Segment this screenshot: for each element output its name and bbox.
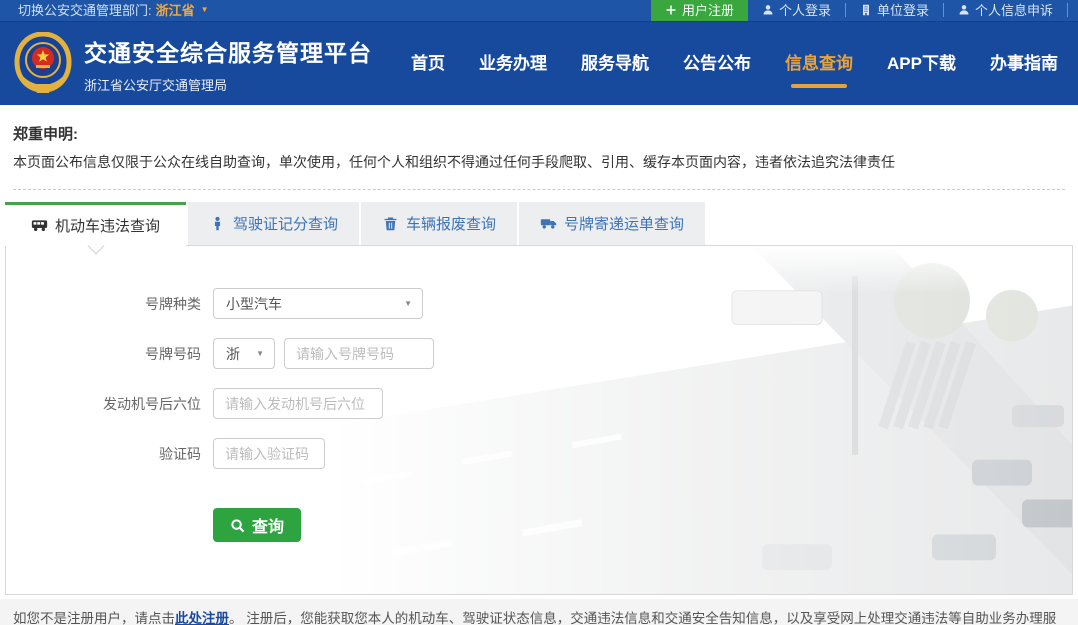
nav-info-query[interactable]: 信息查询 — [785, 39, 853, 88]
unit-login-button[interactable]: 单位登录 — [846, 0, 943, 21]
nav-announcements[interactable]: 公告公布 — [683, 39, 751, 88]
query-button[interactable]: 查询 — [213, 508, 301, 542]
user-register-button[interactable]: 用户注册 — [651, 0, 748, 21]
captcha-input[interactable] — [213, 438, 325, 469]
query-form-panel: 号牌种类 小型汽车 ▼ 号牌号码 浙 ▼ 发动机号后六位 验证码 查询 — [5, 245, 1073, 595]
switch-department-label: 切换公安交通管理部门: — [18, 0, 152, 19]
register-here-link[interactable]: 此处注册 — [175, 611, 229, 625]
tab-vehicle-scrap-query[interactable]: 车辆报废查询 — [361, 202, 517, 245]
nav-service-guide[interactable]: 服务导航 — [581, 39, 649, 88]
police-emblem-logo — [14, 32, 72, 96]
tab-vehicle-violation-query[interactable]: 机动车违法查询 — [5, 202, 186, 246]
person-icon — [958, 4, 970, 16]
person-icon — [209, 216, 226, 231]
chevron-down-icon: ▼ — [201, 5, 209, 14]
nav-app-download[interactable]: APP下载 — [887, 39, 956, 88]
nav-business[interactable]: 业务办理 — [479, 39, 547, 88]
nav-handling-guide[interactable]: 办事指南 — [990, 39, 1058, 88]
plate-number-label: 号牌号码 — [6, 344, 201, 364]
dashed-divider — [13, 189, 1065, 190]
chevron-down-icon: ▼ — [404, 299, 412, 308]
tab-driver-license-points-query[interactable]: 驾驶证记分查询 — [188, 202, 359, 245]
violation-query-form: 号牌种类 小型汽车 ▼ 号牌号码 浙 ▼ 发动机号后六位 验证码 查询 — [6, 246, 1072, 542]
statement-section: 郑重申明: 本页面公布信息仅限于公众在线自助查询，单次使用，任何个人和组织不得通… — [0, 105, 1078, 190]
main-header: 交通安全综合服务管理平台 浙江省公安厅交通管理局 首页 业务办理 服务导航 公告… — [0, 22, 1078, 105]
plate-type-value: 小型汽车 — [226, 294, 282, 314]
plus-icon — [665, 4, 677, 16]
building-icon — [860, 4, 872, 16]
region-selector[interactable]: 浙江省 — [156, 0, 195, 19]
plate-type-select[interactable]: 小型汽车 ▼ — [213, 288, 423, 319]
province-prefix-select[interactable]: 浙 ▼ — [213, 338, 275, 369]
plate-number-input[interactable] — [284, 338, 434, 369]
top-utility-bar: 切换公安交通管理部门: 浙江省 ▼ 用户注册 个人登录 单位登录 个人信息申诉 — [0, 0, 1078, 22]
plate-type-label: 号牌种类 — [6, 294, 201, 314]
engine-number-label: 发动机号后六位 — [6, 394, 201, 414]
main-nav: 首页 业务办理 服务导航 公告公布 信息查询 APP下载 办事指南 — [411, 39, 1064, 88]
truck-icon — [540, 216, 557, 231]
nav-home[interactable]: 首页 — [411, 39, 445, 88]
trash-icon — [382, 216, 399, 231]
search-icon — [230, 518, 245, 533]
person-icon — [762, 4, 774, 16]
separator — [1067, 3, 1068, 17]
bus-icon — [31, 218, 48, 233]
statement-title: 郑重申明: — [13, 123, 1065, 144]
chevron-down-icon: ▼ — [256, 349, 264, 358]
captcha-label: 验证码 — [6, 444, 201, 464]
engine-number-input[interactable] — [213, 388, 383, 419]
query-tabs: 机动车违法查询 驾驶证记分查询 车辆报废查询 号牌寄递运单查询 — [5, 202, 1073, 245]
personal-info-appeal-button[interactable]: 个人信息申诉 — [944, 0, 1067, 21]
page-title: 交通安全综合服务管理平台 — [84, 34, 372, 68]
register-hint-bar: 如您不是注册用户，请点击此处注册。 注册后，您能获取您本人的机动车、驾驶证状态信… — [0, 599, 1078, 625]
statement-body: 本页面公布信息仅限于公众在线自助查询，单次使用，任何个人和组织不得通过任何手段爬… — [13, 152, 1065, 172]
hint-pre-text: 如您不是注册用户，请点击 — [13, 611, 175, 625]
page-subtitle: 浙江省公安厅交通管理局 — [84, 75, 372, 94]
personal-login-button[interactable]: 个人登录 — [748, 0, 845, 21]
tab-plate-delivery-waybill-query[interactable]: 号牌寄递运单查询 — [519, 202, 705, 245]
province-prefix-value: 浙 — [226, 344, 240, 364]
